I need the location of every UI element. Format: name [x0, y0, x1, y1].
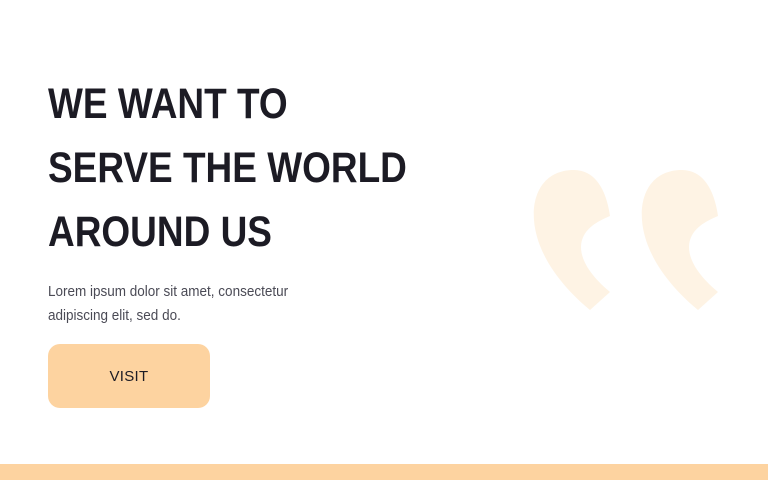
headline-line: AROUND US	[48, 208, 272, 256]
description-line: adipiscing elit, sed do.	[48, 307, 181, 324]
visit-button[interactable]: VISIT	[48, 344, 210, 408]
quote-icon	[533, 170, 718, 310]
hero-headline: WE WANT TO SERVE THE WORLD AROUND US	[48, 72, 409, 264]
hero-section: WE WANT TO SERVE THE WORLD AROUND US Lor…	[0, 0, 768, 480]
hero-description: Lorem ipsum dolor sit amet, consectetur …	[48, 280, 318, 328]
description-line: Lorem ipsum dolor sit amet, consectetur	[48, 283, 289, 300]
headline-line: WE WANT TO	[48, 80, 288, 128]
headline-line: SERVE THE WORLD	[48, 144, 407, 192]
bottom-accent-bar	[0, 464, 768, 480]
